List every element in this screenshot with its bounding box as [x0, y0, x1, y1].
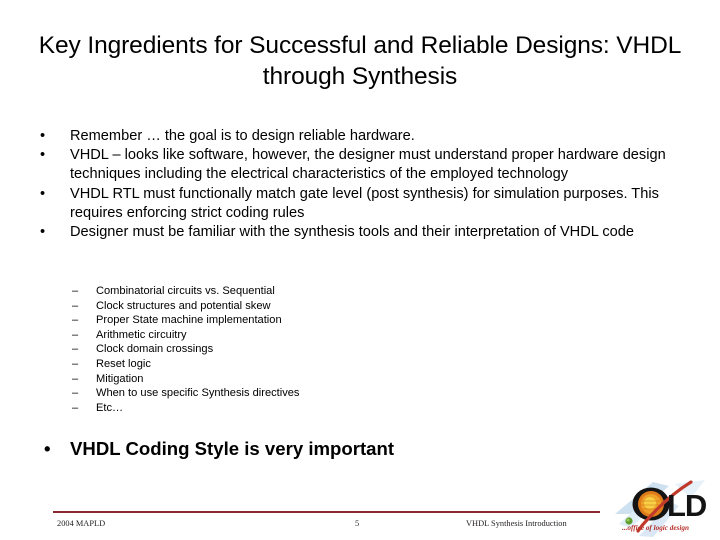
bullet-marker-icon: • [44, 438, 51, 459]
footer-divider [53, 511, 600, 513]
dash-marker-icon: – [72, 343, 79, 356]
sub-bullet-text: When to use specific Synthesis directive… [96, 387, 300, 400]
dash-marker-icon: – [72, 372, 79, 385]
dash-marker-icon: – [72, 285, 79, 297]
sub-bullet-list: – Combinatorial circuits vs. Sequential … [36, 284, 556, 415]
dash-marker-icon: – [72, 357, 79, 370]
sub-bullet-text: Proper State machine implementation [96, 314, 282, 327]
bullet-item: • VHDL – looks like software, however, t… [36, 146, 691, 184]
sub-bullet-item: – Etc… [36, 401, 556, 416]
sub-bullet-text: Clock domain crossings [96, 343, 214, 356]
logo-graphic: LD ...office of logic design [615, 480, 708, 537]
sub-bullet-item: – Mitigation [36, 372, 556, 387]
sub-bullet-item: – Proper State machine implementation [36, 313, 556, 328]
emphasis-bullet-item: • VHDL Coding Style is very important [36, 437, 690, 460]
emphasis-bullet-text: VHDL Coding Style is very important [70, 438, 395, 459]
dash-marker-icon: – [72, 401, 79, 414]
bullet-marker-icon: • [40, 128, 46, 144]
sub-bullet-item: – Clock structures and potential skew [36, 299, 556, 314]
logo-sun-core [644, 497, 656, 509]
bullet-marker-icon: • [40, 185, 46, 202]
sub-bullet-text: Mitigation [96, 372, 144, 385]
main-bullet-list: • Remember … the goal is to design relia… [36, 127, 691, 242]
bullet-text: VHDL RTL must functionally match gate le… [70, 185, 659, 221]
bullet-marker-icon: • [40, 147, 46, 164]
dash-marker-icon: – [72, 314, 79, 327]
footer-presentation-title: VHDL Synthesis Introduction [466, 519, 567, 528]
sub-bullet-item: – Reset logic [36, 357, 556, 372]
bullet-text: VHDL – looks like software, however, the… [70, 147, 666, 183]
sub-bullet-text: Arithmetic circuitry [96, 328, 187, 341]
dash-marker-icon: – [72, 328, 79, 341]
sub-bullet-item: – Clock domain crossings [36, 342, 556, 357]
footer-page-number: 5 [355, 519, 360, 528]
sub-bullet-item: – Combinatorial circuits vs. Sequential [36, 284, 556, 299]
page-title: Key Ingredients for Successful and Relia… [38, 32, 682, 90]
bullet-text: Remember … the goal is to design reliabl… [70, 128, 415, 144]
logo-green-dot-highlight [626, 518, 630, 522]
bullet-item: • Designer must be familiar with the syn… [36, 223, 691, 242]
sub-bullet-text: Reset logic [96, 357, 151, 370]
footer-conference-label: 2004 MAPLD [57, 519, 106, 528]
bullet-item: • Remember … the goal is to design relia… [36, 127, 691, 146]
sub-bullet-item: – When to use specific Synthesis directi… [36, 386, 556, 401]
sub-bullet-text: Etc… [96, 401, 124, 414]
logo-tagline: ...office of logic design [622, 524, 689, 532]
bullet-item: • VHDL RTL must functionally match gate … [36, 185, 691, 223]
sub-bullet-text: Combinatorial circuits vs. Sequential [96, 285, 275, 297]
sub-bullet-item: – Arithmetic circuitry [36, 328, 556, 343]
bullet-text: Designer must be familiar with the synth… [70, 224, 635, 241]
office-of-logic-design-logo: LD ...office of logic design [613, 480, 717, 538]
dash-marker-icon: – [72, 387, 79, 400]
logo-letters: LD [667, 488, 707, 523]
sub-bullet-text: Clock structures and potential skew [96, 299, 271, 312]
dash-marker-icon: – [72, 299, 79, 312]
bullet-marker-icon: • [40, 224, 46, 241]
slide-canvas: Key Ingredients for Successful and Relia… [0, 0, 720, 540]
